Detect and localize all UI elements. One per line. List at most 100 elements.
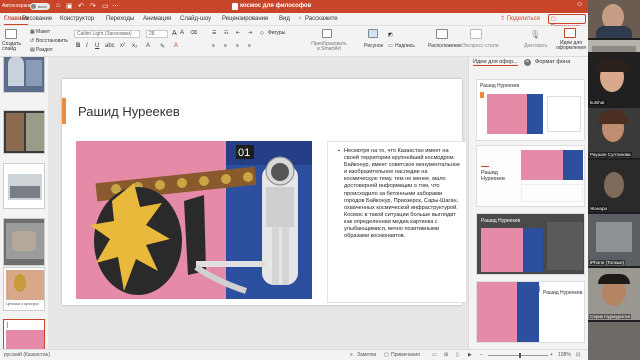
- tab-tell-me[interactable]: Расскажите: [305, 16, 338, 22]
- home-icon[interactable]: ⌂: [56, 2, 60, 9]
- participant-tile[interactable]: Жанара: [588, 160, 640, 212]
- shapes-button[interactable]: Фигуры: [268, 30, 285, 36]
- align-right-icon[interactable]: ≡: [236, 43, 239, 49]
- participant-tile[interactable]: kulshat: [588, 52, 640, 106]
- tab-view[interactable]: Вид: [279, 16, 290, 22]
- body-textbox[interactable]: Несмотря на то, что Казахстан имеет на с…: [327, 141, 467, 303]
- font-size-select[interactable]: 28: [146, 30, 168, 38]
- user-icon[interactable]: ☺: [576, 1, 583, 8]
- zoom-out-icon[interactable]: −: [480, 352, 483, 358]
- text-effects-icon[interactable]: A: [146, 43, 150, 49]
- slide-thumbnail[interactable]: [3, 110, 45, 154]
- shape-fill-icon[interactable]: ◩: [388, 32, 393, 38]
- quick-styles-button[interactable]: Экспресс-стили: [462, 43, 499, 49]
- numbering-icon[interactable]: ☷: [224, 30, 228, 36]
- slide-thumbnail[interactable]: Цепочка и культура: [3, 267, 45, 311]
- design-option[interactable]: Рашид Нуреекев: [476, 281, 585, 343]
- align-left-icon[interactable]: ≡: [212, 43, 215, 49]
- artwork-photo[interactable]: 01: [76, 141, 312, 299]
- tab-design[interactable]: Конструктор: [60, 16, 94, 22]
- slide-canvas[interactable]: Рашид Нуреекев 01 ▪ Несмотря на то, что …: [62, 79, 467, 305]
- layout-button[interactable]: Макет: [36, 29, 50, 35]
- slide-title[interactable]: Рашид Нуреекев: [78, 104, 180, 119]
- section-button[interactable]: Раздел: [36, 47, 53, 53]
- clear-format-icon[interactable]: ⌫: [190, 30, 197, 36]
- slide-thumbnail-selected[interactable]: [3, 319, 45, 349]
- notes-button[interactable]: Заметки: [357, 352, 376, 358]
- reading-view-icon[interactable]: ▯: [456, 352, 459, 358]
- tell-me-icon[interactable]: ♀: [298, 16, 303, 22]
- language-status[interactable]: русский (Казахстан): [4, 352, 50, 358]
- participant-tile[interactable]: [588, 322, 640, 360]
- zoom-slider[interactable]: [488, 355, 548, 356]
- outdent-icon[interactable]: ⇤: [236, 30, 240, 36]
- zoom-in-icon[interactable]: +: [550, 352, 553, 358]
- underline-icon[interactable]: U: [95, 43, 99, 49]
- font-name-select[interactable]: Calibri Light (Заголовки): [74, 30, 140, 38]
- dictate-button[interactable]: Диктовать: [524, 43, 548, 49]
- fit-slide-icon[interactable]: ⊡: [576, 352, 580, 358]
- new-slide-button[interactable]: Создать слайд: [2, 42, 24, 52]
- new-slide-icon[interactable]: [5, 29, 17, 39]
- slide-thumbnail[interactable]: [3, 218, 45, 266]
- picture-button[interactable]: Рисунок: [364, 43, 383, 49]
- design-option[interactable]: Рашид Нуреекев: [476, 213, 585, 275]
- share-button[interactable]: ⇧ Поделиться: [500, 15, 540, 22]
- quick-styles-icon[interactable]: [470, 29, 482, 39]
- tab-review[interactable]: Рецензирование: [222, 16, 268, 22]
- strikethrough-icon[interactable]: abc: [105, 43, 115, 49]
- tab-slideshow[interactable]: Слайд-шоу: [180, 16, 211, 22]
- more-icon[interactable]: ⋯: [112, 2, 119, 10]
- undo-icon[interactable]: ↶: [78, 2, 84, 10]
- redo-icon[interactable]: ↷: [90, 2, 96, 10]
- design-ideas-icon[interactable]: [564, 28, 576, 38]
- indent-icon[interactable]: ⇥: [248, 30, 252, 36]
- picture-icon[interactable]: [368, 29, 378, 38]
- highlight-icon[interactable]: ✎: [160, 43, 165, 50]
- design-option[interactable]: Рашид Нуреекев: [476, 145, 585, 207]
- slide-thumbnail[interactable]: [3, 57, 45, 93]
- tab-draw[interactable]: Рисование: [22, 16, 52, 22]
- arrange-icon[interactable]: [436, 29, 448, 39]
- textbox-button[interactable]: Надпись: [395, 43, 415, 49]
- justify-icon[interactable]: ≡: [248, 43, 251, 49]
- font-color-icon[interactable]: A: [174, 43, 178, 49]
- subscript-icon[interactable]: x₂: [132, 43, 137, 49]
- smartart-icon[interactable]: [322, 29, 332, 38]
- participant-tile[interactable]: Серик Нурмуратов: [588, 268, 640, 320]
- bullets-icon[interactable]: ☰: [212, 30, 216, 36]
- reset-button[interactable]: Восстановить: [36, 38, 68, 44]
- tab-animations[interactable]: Анимация: [143, 16, 171, 22]
- save-icon[interactable]: ▣: [66, 2, 73, 10]
- grow-font-icon[interactable]: A: [172, 30, 177, 37]
- tab-transitions[interactable]: Переходы: [106, 16, 134, 22]
- comments-button[interactable]: ▢ Примечания: [548, 14, 586, 30]
- zoom-level[interactable]: 108%: [558, 352, 571, 358]
- participant-tile[interactable]: Раушан Султанова: [588, 108, 640, 158]
- shrink-font-icon[interactable]: A: [180, 30, 184, 36]
- convert-smartart-button[interactable]: Преобразовать в SmartArt: [310, 42, 348, 52]
- close-icon[interactable]: ×: [524, 59, 531, 66]
- participant-tile[interactable]: [588, 0, 640, 38]
- autosave-toggle[interactable]: выкл: [30, 3, 50, 10]
- italic-icon[interactable]: I: [86, 43, 88, 49]
- align-center-icon[interactable]: ≡: [224, 43, 227, 49]
- superscript-icon[interactable]: x²: [120, 43, 125, 49]
- slideshow-view-icon[interactable]: ▶: [468, 352, 472, 358]
- sorter-view-icon[interactable]: ⊞: [444, 352, 448, 358]
- tab-insert[interactable]: Вставка: [20, 16, 21, 22]
- zoom-slider-thumb[interactable]: [519, 353, 521, 358]
- tab-design-ideas[interactable]: Идеи для офор...: [473, 59, 518, 66]
- normal-view-icon[interactable]: ▭: [432, 352, 437, 358]
- slide-thumbnail[interactable]: [3, 163, 45, 209]
- tab-format-background[interactable]: Формат фона: [535, 59, 570, 65]
- design-option-title: Рашид Нуреекев: [543, 290, 583, 296]
- comments-status-button[interactable]: Примечания: [391, 352, 420, 358]
- design-ideas-button[interactable]: Идеи для оформления: [556, 41, 586, 51]
- slideshow-icon[interactable]: ▭: [102, 2, 109, 10]
- design-option[interactable]: Рашид Нуреекев: [476, 79, 585, 141]
- bold-icon[interactable]: B: [76, 43, 80, 49]
- arrange-button[interactable]: Расположение: [428, 43, 462, 49]
- participant-tile[interactable]: iPhone (Толкын): [588, 214, 640, 266]
- microphone-icon[interactable]: 🎙: [530, 30, 540, 39]
